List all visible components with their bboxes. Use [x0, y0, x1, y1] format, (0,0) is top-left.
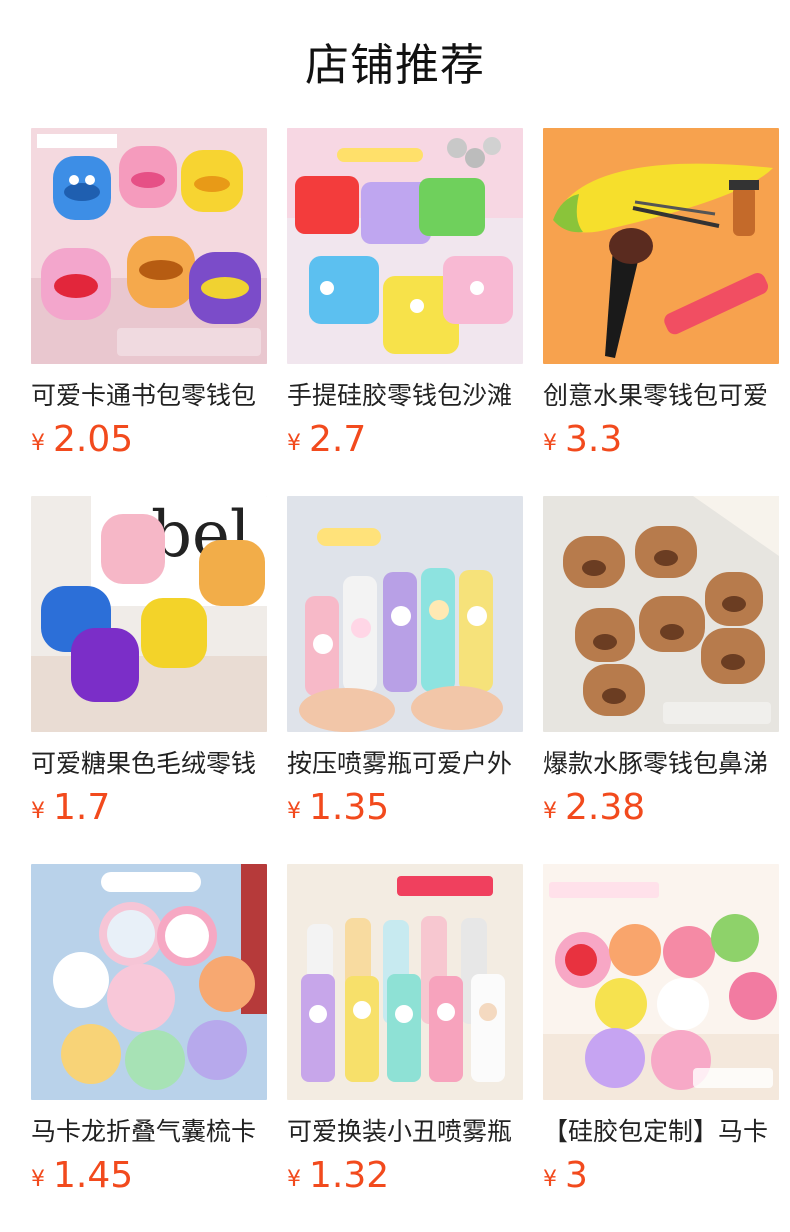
product-price: ¥1.35 [287, 786, 523, 830]
currency-symbol: ¥ [287, 799, 301, 824]
product-price: ¥2.05 [31, 418, 267, 462]
product-card[interactable]: 爆款水豚零钱包鼻涕 ¥2.38 [543, 496, 779, 830]
currency-symbol: ¥ [543, 431, 557, 456]
price-value: 1.7 [53, 787, 111, 828]
product-name[interactable]: 手提硅胶零钱包沙滩 [287, 378, 523, 414]
currency-symbol: ¥ [31, 799, 45, 824]
currency-symbol: ¥ [543, 1167, 557, 1192]
product-image[interactable] [31, 128, 267, 364]
product-card[interactable]: 手提硅胶零钱包沙滩 ¥2.7 [287, 128, 523, 462]
product-image[interactable] [31, 864, 267, 1100]
product-card[interactable]: 【硅胶包定制】马卡 ¥3 [543, 864, 779, 1198]
currency-symbol: ¥ [287, 1167, 301, 1192]
product-name[interactable]: 马卡龙折叠气囊梳卡 [31, 1114, 267, 1150]
price-value: 2.38 [565, 787, 646, 828]
product-card[interactable]: 创意水果零钱包可爱 ¥3.3 [543, 128, 779, 462]
product-name[interactable]: 爆款水豚零钱包鼻涕 [543, 746, 779, 782]
product-name[interactable]: 按压喷雾瓶可爱户外 [287, 746, 523, 782]
product-image[interactable] [287, 496, 523, 732]
product-card[interactable]: 按压喷雾瓶可爱户外 ¥1.35 [287, 496, 523, 830]
product-price: ¥3.3 [543, 418, 779, 462]
product-price: ¥2.38 [543, 786, 779, 830]
product-name[interactable]: 创意水果零钱包可爱 [543, 378, 779, 414]
product-name[interactable]: 可爱糖果色毛绒零钱 [31, 746, 267, 782]
currency-symbol: ¥ [31, 1167, 45, 1192]
product-card[interactable]: bel 可爱糖果色毛绒零钱 ¥1.7 [31, 496, 267, 830]
product-image[interactable]: bel [31, 496, 267, 732]
price-value: 3 [565, 1155, 588, 1196]
price-value: 2.7 [309, 419, 367, 460]
price-value: 2.05 [53, 419, 134, 460]
price-value: 1.32 [309, 1155, 390, 1196]
product-image[interactable] [287, 128, 523, 364]
product-image[interactable] [543, 496, 779, 732]
page-title: 店铺推荐 [305, 40, 485, 91]
product-card[interactable]: 马卡龙折叠气囊梳卡 ¥1.45 [31, 864, 267, 1198]
currency-symbol: ¥ [287, 431, 301, 456]
product-card[interactable]: 可爱换装小丑喷雾瓶 ¥1.32 [287, 864, 523, 1198]
product-name[interactable]: 【硅胶包定制】马卡 [543, 1114, 779, 1150]
product-image[interactable] [543, 128, 779, 364]
product-name[interactable]: 可爱卡通书包零钱包 [31, 378, 267, 414]
product-price: ¥1.32 [287, 1154, 523, 1198]
product-price: ¥1.7 [31, 786, 267, 830]
price-value: 1.35 [309, 787, 390, 828]
currency-symbol: ¥ [31, 431, 45, 456]
product-card[interactable]: 可爱卡通书包零钱包 ¥2.05 [31, 128, 267, 462]
product-name[interactable]: 可爱换装小丑喷雾瓶 [287, 1114, 523, 1150]
currency-symbol: ¥ [543, 799, 557, 824]
price-value: 1.45 [53, 1155, 134, 1196]
product-price: ¥3 [543, 1154, 779, 1198]
product-image[interactable] [287, 864, 523, 1100]
product-image[interactable] [543, 864, 779, 1100]
product-price: ¥2.7 [287, 418, 523, 462]
price-value: 3.3 [565, 419, 623, 460]
product-price: ¥1.45 [31, 1154, 267, 1198]
